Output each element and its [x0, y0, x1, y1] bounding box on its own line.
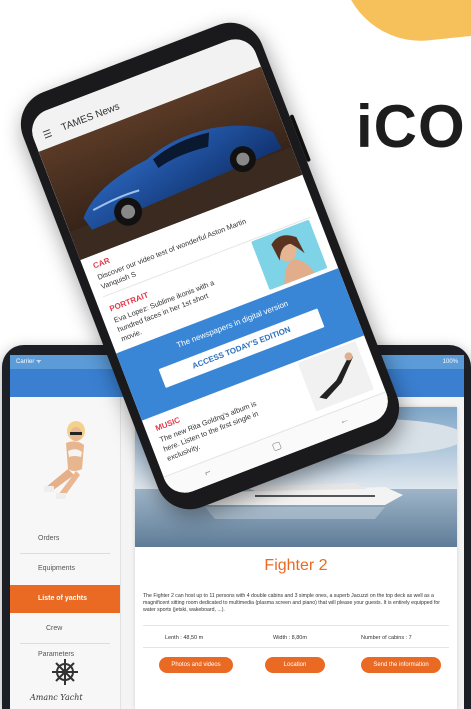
- divider: [143, 625, 449, 626]
- spec-cabins: Number of cabins : 7: [361, 635, 412, 641]
- nav-orders[interactable]: Orders: [10, 525, 120, 553]
- carrier-label: Carrier ᯤ: [16, 359, 42, 365]
- nav-liste-of-yachts[interactable]: Liste of yachts: [10, 585, 120, 613]
- home-icon[interactable]: ▢: [270, 440, 283, 454]
- battery-label: 100%: [442, 359, 458, 365]
- send-information-button[interactable]: Send the information: [361, 657, 441, 673]
- recent-apps-icon[interactable]: ⌐: [203, 467, 212, 479]
- back-icon[interactable]: ←: [338, 414, 351, 428]
- nav-crew[interactable]: Crew: [10, 615, 120, 643]
- decorative-swoosh: [341, 0, 471, 49]
- helm-icon: [52, 659, 78, 685]
- yacht-description: The Fighter 2 can host up to 11 persons …: [143, 593, 440, 613]
- photos-videos-button[interactable]: Photos and videos: [159, 657, 233, 673]
- nav-equipments[interactable]: Equipments: [10, 555, 120, 583]
- location-button[interactable]: Location: [265, 657, 325, 673]
- yacht-name: Fighter 2: [264, 557, 328, 574]
- hamburger-icon[interactable]: ☰: [42, 128, 54, 141]
- divider: [143, 647, 449, 648]
- spec-length: Lenth : 48,50 m: [165, 635, 204, 641]
- spec-width: Width : 8,80m: [273, 635, 307, 641]
- model-photo: [24, 417, 104, 502]
- tablet-sidebar: Orders Equipments Liste of yachts Crew P…: [10, 397, 121, 709]
- brand-title: iCO: [356, 93, 466, 160]
- brand-signature: Amanc Yacht: [30, 693, 83, 702]
- nav-divider: [20, 553, 110, 554]
